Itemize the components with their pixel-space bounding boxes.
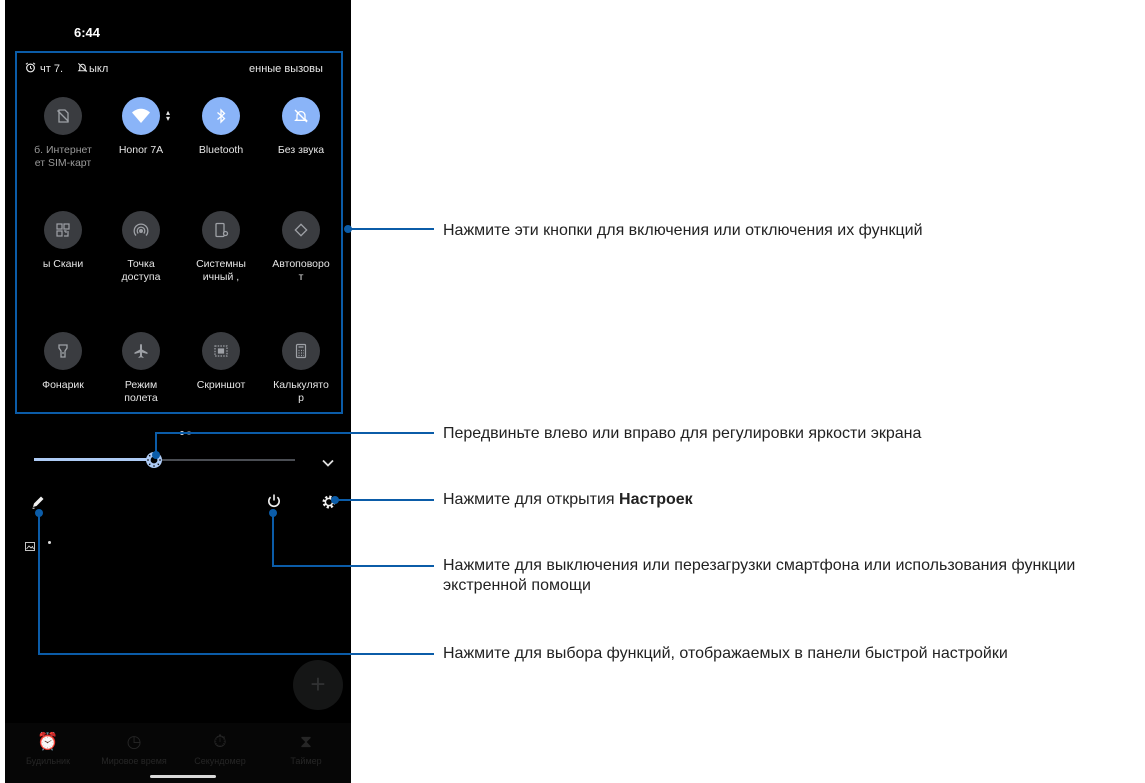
callout-line-edit [38,513,434,655]
annotation-brightness: Передвиньте влево или вправо для регулир… [443,425,922,442]
annotation-edit: Нажмите для выбора функций, отображаемых… [443,645,1008,662]
annotation-settings-text: Нажмите для открытия [443,491,620,508]
annotation-settings: Нажмите для открытия Настроек [443,490,693,510]
annotation-settings-bold: Настроек [619,491,693,508]
tiles-highlight-frame [15,51,343,414]
callout-lines [15,51,434,655]
annotation-tiles: Нажмите эти кнопки для включения или отк… [443,222,923,239]
callout-line-brightness [155,432,434,455]
callout-line-power [272,513,434,567]
annotation-power: Нажмите для выключения или перезагрузки … [443,557,1076,594]
